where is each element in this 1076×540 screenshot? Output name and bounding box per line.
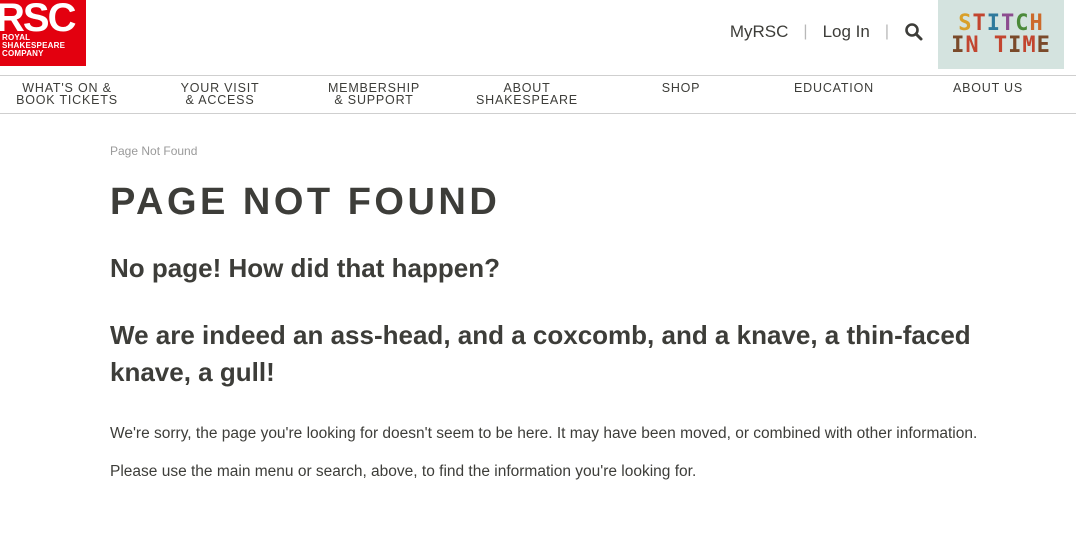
myrsc-link[interactable]: MyRSC (730, 22, 789, 42)
divider: | (884, 23, 889, 40)
utility-nav: MyRSC | Log In | (730, 22, 924, 42)
page-title: PAGE NOT FOUND (110, 181, 501, 223)
promo-letter: I (951, 32, 966, 58)
nav-label: SHAKESPEARE (476, 93, 578, 107)
site-header: RSC ROYAL SHAKESPEARE COMPANY MyRSC | Lo… (0, 0, 1076, 75)
nav-item-about-shakespeare[interactable]: ABOUT SHAKESPEARE (476, 82, 578, 107)
logo-wordmark: ROYAL SHAKESPEARE COMPANY (2, 34, 65, 58)
promo-line-1: STITCH (958, 12, 1044, 35)
promo-letter: T (993, 32, 1009, 58)
nav-item-shop[interactable]: SHOP (640, 81, 722, 95)
nav-item-whats-on[interactable]: WHAT'S ON & BOOK TICKETS (14, 82, 120, 107)
logo-line: COMPANY (2, 49, 44, 58)
promo-letter: E (1036, 32, 1051, 58)
nav-item-your-visit[interactable]: YOUR VISIT & ACCESS (170, 82, 270, 107)
promo-letter (980, 33, 994, 58)
promo-letter: I (1008, 32, 1023, 58)
nav-label: SHOP (661, 81, 701, 95)
rsc-logo[interactable]: RSC ROYAL SHAKESPEARE COMPANY (0, 0, 86, 66)
stitch-in-time-promo[interactable]: STITCH IN TIME (938, 0, 1064, 69)
nav-label: & SUPPORT (334, 93, 414, 107)
main-nav: WHAT'S ON & BOOK TICKETS YOUR VISIT & AC… (0, 75, 1076, 114)
nav-item-education[interactable]: EDUCATION (780, 81, 888, 95)
apology-text: We're sorry, the page you're looking for… (110, 425, 978, 442)
nav-item-membership[interactable]: MEMBERSHIP & SUPPORT (322, 82, 426, 107)
login-link[interactable]: Log In (823, 22, 870, 42)
subtitle: No page! How did that happen? (110, 253, 500, 283)
nav-item-about-us[interactable]: ABOUT US (940, 81, 1036, 95)
divider: | (803, 23, 808, 40)
help-text: Please use the main menu or search, abov… (110, 463, 697, 480)
promo-letter: M (1022, 32, 1037, 58)
breadcrumb: Page Not Found (110, 144, 198, 158)
nav-label: EDUCATION (794, 81, 874, 95)
promo-letter: N (965, 32, 980, 58)
nav-label: BOOK TICKETS (16, 93, 118, 107)
search-icon[interactable] (904, 22, 924, 42)
promo-line-2: IN TIME (951, 32, 1051, 58)
nav-label: ABOUT US (952, 81, 1024, 95)
main-content: Page Not Found PAGE NOT FOUND No page! H… (110, 140, 1040, 481)
nav-label: & ACCESS (185, 93, 255, 107)
quote-heading: We are indeed an ass-head, and a coxcomb… (110, 320, 971, 387)
